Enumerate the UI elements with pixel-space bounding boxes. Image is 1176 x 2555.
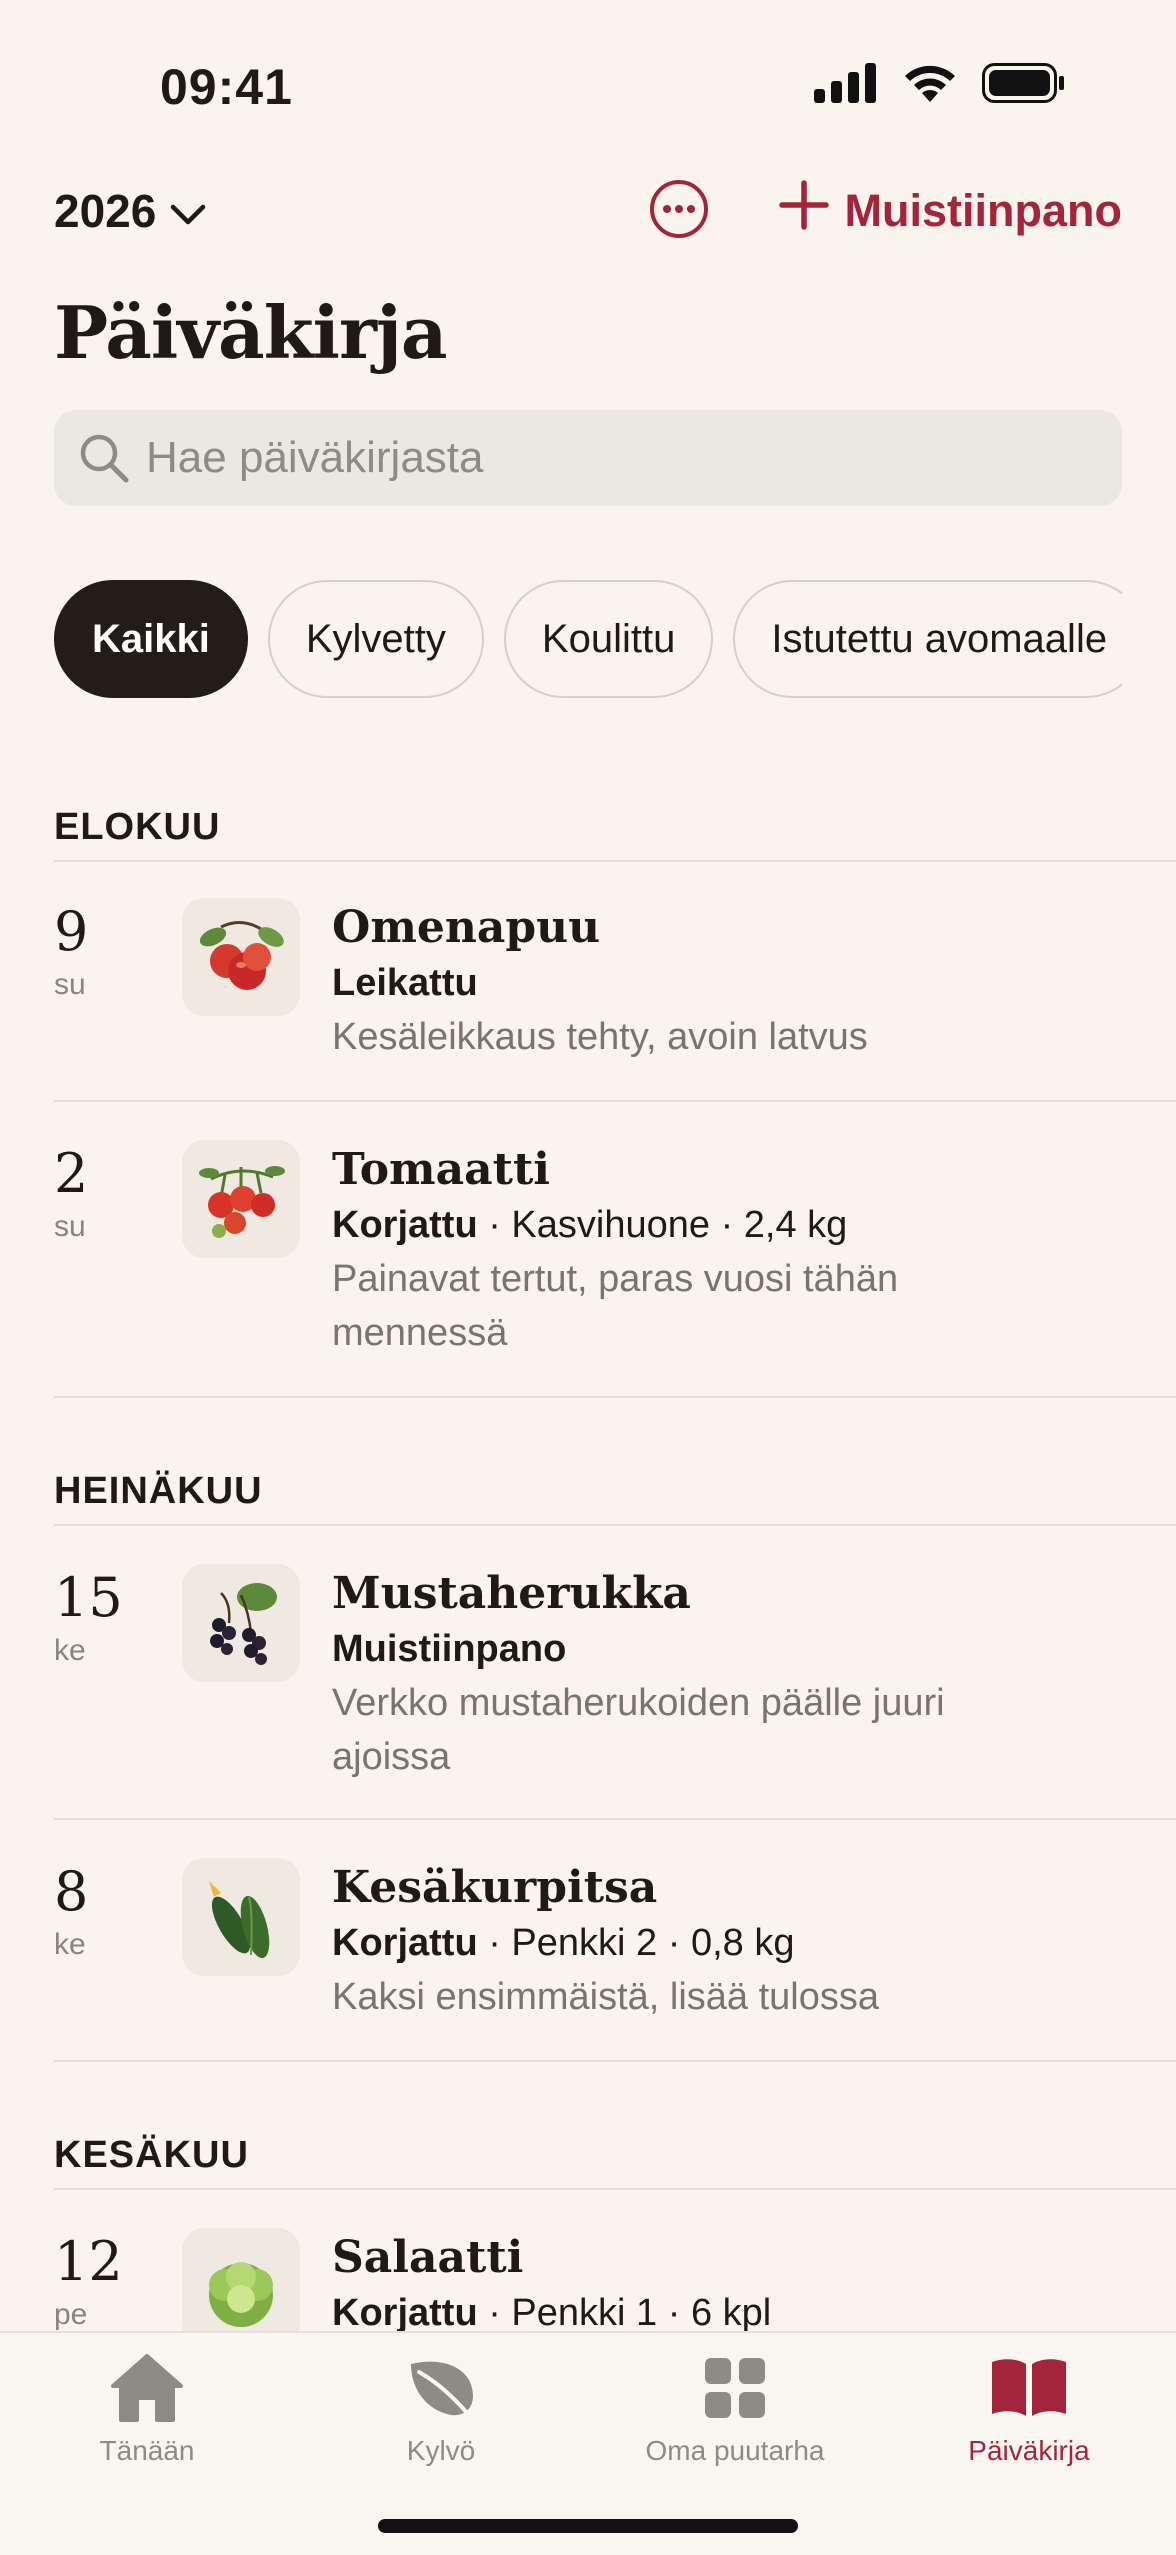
entry-plant-name: Mustaherukka <box>332 1568 691 1619</box>
entry-body: Salaatti Korjattu · Penkki 1 · 6 kpl <box>332 2230 972 2340</box>
entry-plant-name: Kesäkurpitsa <box>332 1862 658 1913</box>
page-title: Päiväkirja <box>54 290 448 375</box>
tab-today[interactable]: Tänään <box>0 2347 294 2487</box>
entry-day: 8 <box>54 1860 89 1923</box>
search-bar[interactable] <box>54 410 1122 506</box>
section-header: ELOKUU <box>54 806 221 848</box>
tab-sowing[interactable]: Kylvö <box>294 2347 588 2487</box>
divider <box>54 1396 1176 1398</box>
entry-details: · Penkki 2 · 0,8 kg <box>477 1922 795 1964</box>
section-header: HEINÄKUU <box>54 1470 263 1512</box>
entry-weekday: su <box>54 1210 86 1243</box>
entry-note: Painavat tertut, paras vuosi tähän menne… <box>332 1258 899 1354</box>
entry-action: Leikattu <box>332 962 478 1004</box>
divider <box>54 1524 1176 1526</box>
status-icons <box>814 62 1066 109</box>
entry-note: Kaksi ensimmäistä, lisää tulossa <box>332 1976 879 2018</box>
tomato-icon <box>182 1140 300 1258</box>
divider <box>54 1100 1176 1102</box>
entry-body: Mustaherukka Muistiinpano Verkko mustahe… <box>332 1566 972 1784</box>
year-label: 2026 <box>54 185 157 237</box>
zucchini-icon <box>182 1858 300 1976</box>
ellipsis-circle-icon <box>648 180 710 244</box>
search-icon <box>76 430 132 486</box>
status-time: 09:41 <box>160 59 293 115</box>
filter-chip-all[interactable]: Kaikki <box>54 580 248 698</box>
entry-note: Verkko mustaherukoiden päälle juuri ajoi… <box>332 1682 945 1778</box>
tab-bar: Tänään Kylvö Oma puutarha Päiväkirja <box>0 2331 1176 2555</box>
home-icon <box>106 2347 188 2429</box>
entry-day: 15 <box>54 1566 123 1629</box>
tab-my-garden[interactable]: Oma puutarha <box>588 2347 882 2487</box>
lettuce-icon <box>182 2228 300 2346</box>
year-selector[interactable]: 2026 <box>54 184 206 238</box>
tab-label: Tänään <box>99 2435 195 2466</box>
entry-action: Korjattu <box>332 1204 478 1246</box>
divider <box>54 2188 1176 2190</box>
plus-icon <box>778 180 829 241</box>
top-bar: 2026 Muistiinpano <box>54 170 1122 250</box>
section-header: KESÄKUU <box>54 2134 249 2176</box>
entry-meta: Korjattu · Kasvihuone · 2,4 kg <box>332 1198 972 1252</box>
book-icon <box>988 2347 1070 2429</box>
filter-chips: Kaikki Kylvetty Koulittu Istutettu avoma… <box>54 580 1122 700</box>
entry-day: 2 <box>54 1142 89 1205</box>
entry-day: 12 <box>54 2230 123 2293</box>
filter-chip-planted-out[interactable]: Istutettu avomaalle <box>733 580 1122 698</box>
entry-day: 9 <box>54 900 89 963</box>
wifi-icon <box>902 62 958 109</box>
entry-meta: Korjattu · Penkki 2 · 0,8 kg <box>332 1916 972 1970</box>
battery-icon <box>982 63 1066 108</box>
chevron-down-icon <box>170 184 206 238</box>
entry-action: Korjattu <box>332 2292 478 2334</box>
divider <box>54 860 1176 862</box>
grid-icon <box>694 2347 776 2429</box>
entry-body: Kesäkurpitsa Korjattu · Penkki 2 · 0,8 k… <box>332 1860 972 2024</box>
entry-plant-name: Tomaatti <box>332 1144 550 1195</box>
entry-meta: Leikattu <box>332 956 972 1010</box>
add-note-label: Muistiinpano <box>844 184 1122 236</box>
tab-label: Oma puutarha <box>645 2435 825 2466</box>
search-input[interactable] <box>146 433 1046 483</box>
tab-label: Päiväkirja <box>968 2435 1090 2466</box>
tab-diary[interactable]: Päiväkirja <box>882 2347 1176 2487</box>
entry-note: Kesäleikkaus tehty, avoin latvus <box>332 1016 868 1058</box>
more-options-button[interactable] <box>648 178 710 240</box>
entry-body: Tomaatti Korjattu · Kasvihuone · 2,4 kg … <box>332 1142 972 1360</box>
tab-label: Kylvö <box>406 2435 476 2466</box>
entry-details: · Kasvihuone · 2,4 kg <box>477 1204 848 1246</box>
divider <box>54 2060 1176 2062</box>
entry-plant-name: Omenapuu <box>332 902 601 953</box>
entry-action: Korjattu <box>332 1922 478 1964</box>
status-bar: 09:41 <box>0 0 1176 150</box>
filter-chip-sown[interactable]: Kylvetty <box>267 580 484 698</box>
entry-meta: Muistiinpano <box>332 1622 972 1676</box>
entry-plant-name: Salaatti <box>332 2232 524 2283</box>
home-indicator[interactable] <box>378 2519 798 2533</box>
entry-details: · Penkki 1 · 6 kpl <box>477 2292 772 2334</box>
entry-weekday: pe <box>54 2298 88 2331</box>
divider <box>54 1818 1176 1820</box>
cellular-signal-icon <box>814 63 878 108</box>
blackcurrant-icon <box>182 1564 300 1682</box>
entry-action: Muistiinpano <box>332 1628 567 1670</box>
apple-icon <box>182 898 300 1016</box>
entry-weekday: ke <box>54 1928 86 1961</box>
add-note-button[interactable]: Muistiinpano <box>778 180 1122 241</box>
leaf-icon <box>400 2347 482 2429</box>
filter-chip-pricked[interactable]: Koulittu <box>503 580 714 698</box>
entry-weekday: su <box>54 968 86 1001</box>
entry-weekday: ke <box>54 1634 86 1667</box>
entry-body: Omenapuu Leikattu Kesäleikkaus tehty, av… <box>332 900 972 1064</box>
